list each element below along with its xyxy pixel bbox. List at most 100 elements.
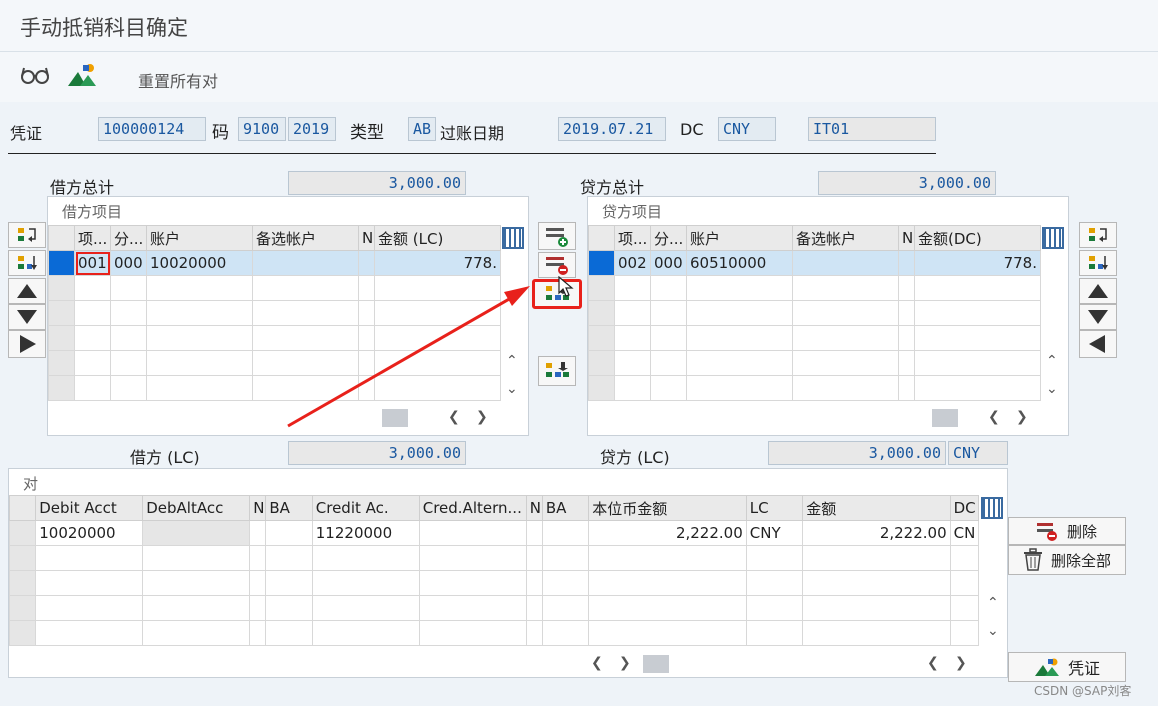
cell-item[interactable]: 001 <box>74 250 111 276</box>
post-voucher-button[interactable]: 凭证 <box>1008 652 1126 682</box>
table-row[interactable] <box>588 300 1041 326</box>
cell-n[interactable] <box>898 250 915 276</box>
col-ba[interactable]: BA <box>265 495 313 521</box>
col-n[interactable]: N <box>358 225 375 251</box>
cell-account[interactable]: 60510000 <box>686 250 793 276</box>
sort-asc-button[interactable] <box>1079 222 1117 248</box>
auto-assign-button[interactable] <box>538 356 576 386</box>
move-down-button[interactable] <box>1079 304 1117 330</box>
col-amount-lc[interactable]: 金额 (LC) <box>374 225 501 251</box>
cell-dc[interactable]: CN <box>949 520 980 546</box>
col-debit-acct[interactable]: Debit Acct <box>35 495 144 521</box>
table-row[interactable] <box>588 325 1041 351</box>
voucher-number-field[interactable]: 100000124 <box>98 117 206 141</box>
scroll-right-icon[interactable]: ❯ <box>1016 409 1028 425</box>
col-item[interactable]: 项... <box>74 225 111 251</box>
row-selector[interactable] <box>588 250 615 276</box>
table-row[interactable] <box>8 595 980 621</box>
posting-date-field[interactable]: 2019.07.21 <box>558 117 666 141</box>
fiscal-year-field[interactable]: 2019 <box>288 117 336 141</box>
cell-credit-acct[interactable]: 11220000 <box>311 520 420 546</box>
remove-row-button[interactable] <box>538 252 576 278</box>
scroll-right-icon[interactable]: ❯ <box>619 655 631 671</box>
scroll-right-icon[interactable]: ❯ <box>955 655 967 671</box>
col-n[interactable]: N <box>525 495 543 521</box>
col-lc-amount[interactable]: 本位币金额 <box>588 495 747 521</box>
col-amount-dc[interactable]: 金额(DC) <box>914 225 1041 251</box>
col-dc[interactable]: DC <box>949 495 980 521</box>
item-field[interactable]: IT01 <box>808 117 936 141</box>
add-row-button[interactable] <box>538 222 576 250</box>
cell-n[interactable] <box>525 520 543 546</box>
cell-amount[interactable]: 778. <box>914 250 1041 276</box>
cell-credit-alt-acct[interactable] <box>418 520 527 546</box>
cell-n[interactable] <box>249 520 267 546</box>
currency-field[interactable]: CNY <box>718 117 776 141</box>
cell-lc[interactable]: CNY <box>745 520 804 546</box>
table-row[interactable] <box>588 350 1041 376</box>
table-row[interactable] <box>8 620 980 646</box>
cell-lc-amount[interactable]: 2,222.00 <box>588 520 747 546</box>
row-selector[interactable] <box>48 250 75 276</box>
row-selector-header[interactable] <box>8 495 37 521</box>
row-selector-header[interactable] <box>48 225 75 251</box>
col-account[interactable]: 账户 <box>146 225 253 251</box>
table-row[interactable]: 001 000 10020000 778. <box>48 250 501 276</box>
table-row[interactable] <box>8 545 980 571</box>
col-n[interactable]: N <box>249 495 267 521</box>
sort-desc-button[interactable] <box>1079 250 1117 276</box>
move-up-button[interactable] <box>1079 278 1117 304</box>
col-item[interactable]: 项... <box>614 225 651 251</box>
cell-sub[interactable]: 000 <box>650 250 687 276</box>
cell-alt-account[interactable] <box>792 250 899 276</box>
move-left-button[interactable] <box>1079 330 1117 358</box>
cell-account[interactable]: 10020000 <box>146 250 253 276</box>
col-sub[interactable]: 分... <box>110 225 147 251</box>
column-settings-icon[interactable] <box>981 497 1003 519</box>
col-n[interactable]: N <box>898 225 915 251</box>
cell-amount[interactable]: 778. <box>374 250 501 276</box>
delete-button[interactable]: 删除 <box>1008 517 1126 545</box>
reset-all-button[interactable]: 重置所有对 <box>138 68 218 92</box>
hscroll-thumb-icon[interactable] <box>643 655 669 673</box>
move-up-button[interactable] <box>8 278 46 304</box>
scroll-down-icon[interactable]: ⌄ <box>1046 381 1058 397</box>
scroll-left-icon[interactable]: ❮ <box>988 409 1000 425</box>
col-ba[interactable]: BA <box>541 495 590 521</box>
doc-type-field[interactable]: AB <box>408 117 436 141</box>
cell-amount[interactable]: 2,222.00 <box>802 520 951 546</box>
table-row[interactable] <box>588 275 1041 301</box>
glasses-icon[interactable] <box>20 64 50 90</box>
table-row[interactable] <box>588 375 1041 401</box>
move-right-button[interactable] <box>8 330 46 358</box>
cell-ba[interactable] <box>541 520 590 546</box>
sort-asc-button[interactable] <box>8 222 46 248</box>
col-alt-account[interactable]: 备选帐户 <box>252 225 359 251</box>
scroll-down-icon[interactable]: ⌄ <box>987 623 999 639</box>
row-selector[interactable] <box>8 520 37 546</box>
table-row[interactable] <box>8 570 980 596</box>
scroll-left-icon[interactable]: ❮ <box>591 655 603 671</box>
cell-debit-acct[interactable]: 10020000 <box>35 520 144 546</box>
col-debit-alt-acct[interactable]: DebAltAcc <box>142 495 251 521</box>
hscroll-thumb-icon[interactable] <box>932 409 958 427</box>
col-sub[interactable]: 分... <box>650 225 687 251</box>
cell-sub[interactable]: 000 <box>110 250 147 276</box>
table-row[interactable]: 002 000 60510000 778. <box>588 250 1041 276</box>
col-account[interactable]: 账户 <box>686 225 793 251</box>
scroll-up-icon[interactable]: ⌃ <box>987 595 999 611</box>
mountain-icon[interactable] <box>66 62 98 92</box>
delete-all-button[interactable]: 删除全部 <box>1008 545 1126 575</box>
cell-item[interactable]: 002 <box>614 250 651 276</box>
sort-desc-button[interactable] <box>8 250 46 276</box>
scroll-up-icon[interactable]: ⌃ <box>1046 353 1058 369</box>
scroll-left-icon[interactable]: ❮ <box>927 655 939 671</box>
col-alt-account[interactable]: 备选帐户 <box>792 225 899 251</box>
move-down-button[interactable] <box>8 304 46 330</box>
company-code-field[interactable]: 9100 <box>238 117 286 141</box>
cell-debit-alt-acct[interactable] <box>142 520 251 546</box>
table-row[interactable]: 10020000 11220000 2,222.00 CNY 2,222.00 … <box>8 520 980 546</box>
cell-ba[interactable] <box>265 520 313 546</box>
column-settings-icon[interactable] <box>1042 227 1064 249</box>
col-amount[interactable]: 金额 <box>802 495 951 521</box>
